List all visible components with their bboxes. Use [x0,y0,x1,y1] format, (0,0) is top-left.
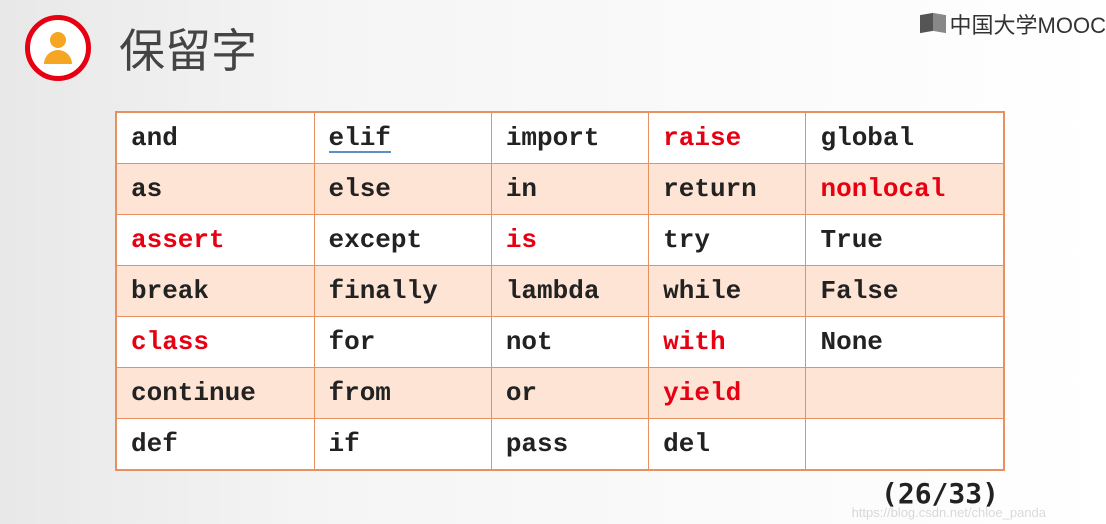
keyword-cell: pass [491,419,648,471]
keywords-table-wrap: andelifimportraiseglobalaselseinreturnno… [115,111,1005,510]
keyword-cell: else [314,164,491,215]
keyword-cell: elif [314,112,491,164]
avatar-ring [25,15,91,81]
keyword-cell: raise [649,112,806,164]
person-icon [38,28,78,68]
keyword-cell: or [491,368,648,419]
keyword-cell: as [116,164,314,215]
brand-label: 中国大学MOOC [920,8,1106,40]
keyword-cell: lambda [491,266,648,317]
keyword-cell: nonlocal [806,164,1004,215]
keyword-cell: global [806,112,1004,164]
keyword-cell: break [116,266,314,317]
keyword-cell: False [806,266,1004,317]
brand-text: 中国大学MOOC [950,8,1106,40]
keyword-cell: in [491,164,648,215]
table-row: continuefromoryield [116,368,1004,419]
keyword-cell: finally [314,266,491,317]
table-row: breakfinallylambdawhileFalse [116,266,1004,317]
keyword-cell: from [314,368,491,419]
keyword-cell: is [491,215,648,266]
keyword-cell: def [116,419,314,471]
slide-title: 保留字 [119,15,257,81]
keyword-cell: not [491,317,648,368]
keyword-cell: class [116,317,314,368]
table-row: defifpassdel [116,419,1004,471]
keyword-cell [806,419,1004,471]
watermark-text: https://blog.csdn.net/chloe_panda [852,505,1046,520]
keyword-cell: except [314,215,491,266]
table-row: assertexceptistryTrue [116,215,1004,266]
keyword-cell: continue [116,368,314,419]
keywords-table: andelifimportraiseglobalaselseinreturnno… [115,111,1005,471]
keyword-cell: return [649,164,806,215]
book-icon [920,14,946,34]
keyword-cell: while [649,266,806,317]
keyword-cell: with [649,317,806,368]
keyword-cell: for [314,317,491,368]
keyword-cell: yield [649,368,806,419]
keyword-cell: if [314,419,491,471]
keyword-cell: assert [116,215,314,266]
keyword-cell: None [806,317,1004,368]
keyword-cell: try [649,215,806,266]
table-row: andelifimportraiseglobal [116,112,1004,164]
table-row: aselseinreturnnonlocal [116,164,1004,215]
keyword-cell: del [649,419,806,471]
keyword-cell: import [491,112,648,164]
keyword-cell [806,368,1004,419]
keyword-cell: and [116,112,314,164]
table-row: classfornotwithNone [116,317,1004,368]
keyword-cell: True [806,215,1004,266]
